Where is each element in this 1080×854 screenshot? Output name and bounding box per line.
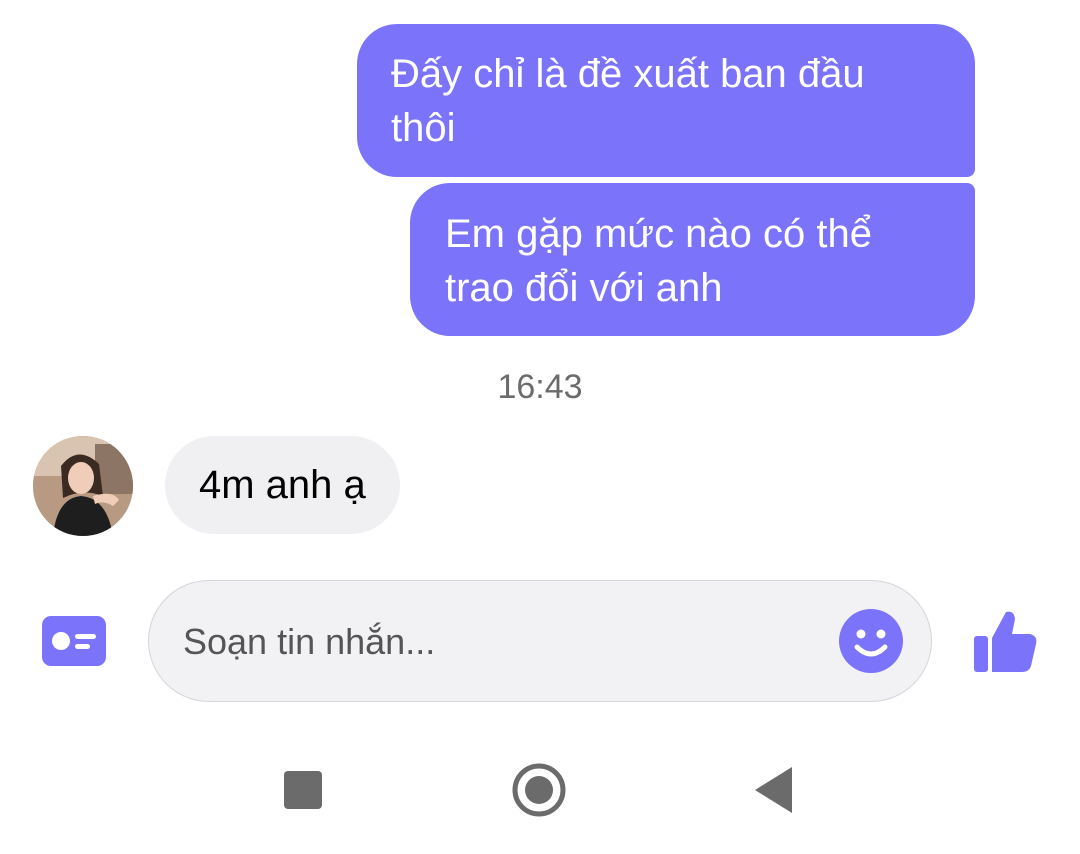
avatar[interactable] <box>33 436 133 536</box>
triangle-back-icon[interactable] <box>745 760 805 820</box>
message-input[interactable] <box>181 581 825 702</box>
thumbs-up-icon[interactable] <box>970 606 1040 676</box>
incoming-message[interactable]: 4m anh ạ <box>165 436 400 534</box>
outgoing-message[interactable]: Đấy chỉ là đề xuất ban đầu thôi <box>357 24 975 177</box>
outgoing-message[interactable]: Em gặp mức nào có thể trao đổi với anh <box>410 183 975 336</box>
square-icon[interactable] <box>273 760 333 820</box>
message-composer[interactable] <box>148 580 932 702</box>
contact-card-icon[interactable] <box>42 616 106 666</box>
message-timestamp: 16:43 <box>497 368 583 406</box>
circle-icon[interactable] <box>509 760 569 820</box>
avatar-photo <box>33 436 133 536</box>
smiley-icon[interactable] <box>839 609 903 673</box>
